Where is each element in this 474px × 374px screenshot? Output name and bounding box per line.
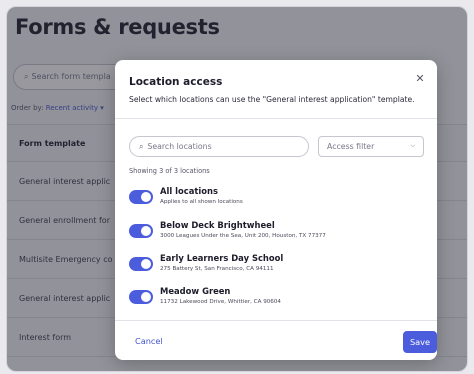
cancel-button[interactable]: Cancel [135, 336, 163, 346]
location-search-input[interactable]: ⌕ Search locations [129, 136, 309, 157]
location-item-below-deck: Below Deck Brightwheel 3000 Leagues Unde… [129, 218, 429, 248]
location-name: Below Deck Brightwheel [160, 220, 275, 230]
location-address: 3000 Leagues Under the Sea, Unit 200, Ho… [160, 233, 326, 239]
location-name: Meadow Green [160, 286, 231, 296]
location-count-text: Showing 3 of 3 locations [129, 167, 210, 175]
divider [115, 320, 437, 321]
toggle-knob [141, 259, 151, 269]
access-filter-select[interactable]: Access filter ⌵ [318, 136, 424, 157]
location-toggle[interactable] [129, 290, 153, 304]
location-address: 275 Battery St, San Francisco, CA 94111 [160, 266, 274, 272]
access-filter-label: Access filter [327, 142, 375, 151]
location-name: Early Learners Day School [160, 253, 284, 263]
location-access-dialog: Location access ✕ Select which locations… [115, 60, 437, 360]
dialog-title: Location access [129, 76, 223, 88]
location-toggle[interactable] [129, 257, 153, 271]
toggle-knob [141, 192, 151, 202]
app-window: Forms & requests ⌕ Search form templa Ord… [6, 6, 468, 372]
location-toggle[interactable] [129, 190, 153, 204]
location-item-all: All locations Applies to all shown locat… [129, 184, 429, 214]
location-item-early-learners: Early Learners Day School 275 Battery St… [129, 251, 429, 281]
location-address: 11732 Lakewood Drive, Whittier, CA 90604 [160, 299, 281, 305]
location-item-meadow-green: Meadow Green 11732 Lakewood Drive, Whitt… [129, 284, 429, 314]
toggle-knob [141, 292, 151, 302]
save-button[interactable]: Save [403, 331, 437, 353]
chevron-down-icon: ⌵ [410, 142, 415, 149]
close-icon[interactable]: ✕ [413, 72, 427, 86]
location-name: All locations [160, 186, 218, 196]
search-icon: ⌕ [139, 142, 144, 151]
location-toggle[interactable] [129, 224, 153, 238]
toggle-knob [141, 226, 151, 236]
dialog-description: Select which locations can use the "Gene… [129, 95, 415, 104]
location-address: Applies to all shown locations [160, 199, 243, 205]
location-search-placeholder: Search locations [147, 142, 212, 151]
divider [115, 118, 437, 119]
